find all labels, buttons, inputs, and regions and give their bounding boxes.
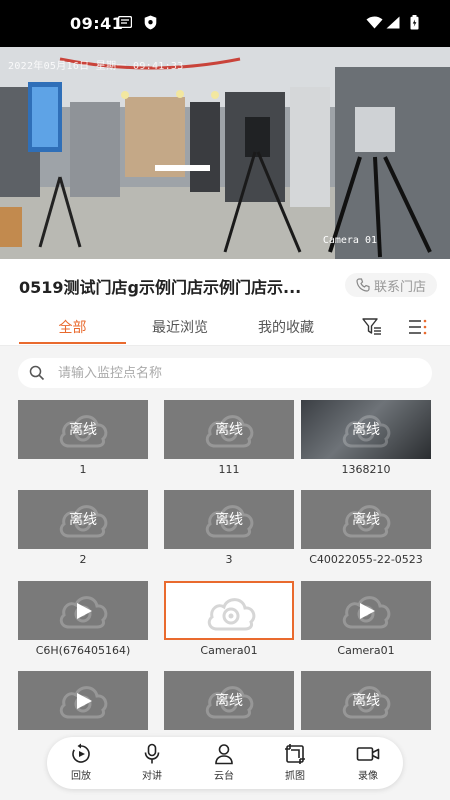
- playback-icon: [72, 743, 90, 763]
- offline-status: 离线: [69, 512, 97, 528]
- camera-tile[interactable]: 离线 1368210: [301, 400, 431, 480]
- signal-icon: [386, 16, 400, 29]
- camera-tile[interactable]: Camera01: [301, 581, 431, 661]
- camera-thumbnail[interactable]: 离线: [301, 490, 431, 549]
- status-bar: 09:41: [0, 0, 450, 47]
- live-video[interactable]: 2022年05月16日 星期一 09:41:33 Camera 01: [0, 47, 450, 259]
- store-name: 0519测试门店g示例门店示例门店示...: [19, 278, 302, 297]
- camera-tile[interactable]: 离线 1: [18, 400, 148, 480]
- camera-thumbnail[interactable]: [18, 671, 148, 730]
- play-icon[interactable]: [75, 692, 93, 710]
- cloud-camera-icon: [207, 598, 256, 631]
- microphone-icon: [144, 743, 160, 764]
- camera-name: 2: [79, 553, 87, 566]
- snapshot-icon: [285, 744, 305, 764]
- camera-thumbnail[interactable]: 离线: [18, 400, 148, 459]
- record-icon: [356, 747, 380, 761]
- camera-tile[interactable]: 离线 C40022055-22-0523: [301, 490, 431, 570]
- camera-list: 离线 1 离线 111 离线 1368210 离线 2 离线 3 离线 C40022055-22-05…: [0, 346, 450, 800]
- tab-recent[interactable]: 最近浏览: [140, 317, 220, 346]
- ptz-label: 云台: [214, 771, 234, 782]
- filter-icon[interactable]: [362, 318, 382, 336]
- camera-thumbnail[interactable]: 离线: [18, 490, 148, 549]
- play-icon[interactable]: [358, 602, 376, 620]
- camera-name: 3: [225, 553, 233, 566]
- offline-status: 离线: [215, 422, 243, 438]
- tab-favorites[interactable]: 我的收藏: [246, 317, 326, 346]
- play-icon[interactable]: [75, 602, 93, 620]
- intercom-label: 对讲: [142, 771, 162, 782]
- camera-thumbnail[interactable]: 离线: [301, 671, 431, 730]
- playback-label: 回放: [71, 771, 91, 782]
- offline-status: 离线: [215, 693, 243, 709]
- bottom-toolbar: 回放 对讲 云台 抓图 录像: [47, 737, 403, 789]
- store-header: 0519测试门店g示例门店示例门店示... 联系门店: [0, 259, 450, 309]
- camera-tile[interactable]: C6H(676405164): [18, 581, 148, 661]
- phone-icon: [356, 278, 370, 292]
- camera-tile[interactable]: 离线 3: [164, 490, 294, 570]
- camera-thumbnail[interactable]: [301, 581, 431, 640]
- camera-name: 1: [79, 463, 87, 476]
- contact-store-button[interactable]: 联系门店: [345, 273, 437, 297]
- search-box[interactable]: [18, 358, 432, 388]
- search-icon: [29, 365, 45, 381]
- record-button[interactable]: 录像: [343, 743, 393, 785]
- offline-status: 离线: [352, 693, 380, 709]
- camera-thumbnail[interactable]: 离线: [301, 400, 431, 459]
- status-time: 09:41: [70, 14, 124, 33]
- camera-name: C40022055-22-0523: [309, 553, 423, 566]
- camera-tile[interactable]: Camera01: [164, 581, 294, 661]
- snapshot-label: 抓图: [285, 771, 305, 782]
- camera-thumbnail[interactable]: [18, 581, 148, 640]
- message-icon: [118, 16, 132, 28]
- shield-icon: [144, 15, 157, 30]
- battery-icon: [410, 15, 419, 30]
- camera-name: 1368210: [341, 463, 391, 476]
- camera-thumbnail[interactable]: 离线: [164, 671, 294, 730]
- offline-status: 离线: [352, 512, 380, 528]
- camera-tile[interactable]: 离线 2: [18, 490, 148, 570]
- contact-store-label: 联系门店: [373, 279, 426, 295]
- ptz-icon: [215, 744, 233, 765]
- camera-thumbnail[interactable]: 离线: [164, 400, 294, 459]
- offline-status: 离线: [215, 512, 243, 528]
- intercom-button[interactable]: 对讲: [127, 743, 177, 785]
- wifi-icon: [366, 16, 383, 29]
- offline-status: 离线: [69, 422, 97, 438]
- ptz-button[interactable]: 云台: [199, 743, 249, 785]
- camera-name: Camera01: [200, 644, 258, 657]
- tab-active-indicator: [19, 342, 126, 344]
- video-camera-label: Camera 01: [322, 235, 377, 246]
- video-frame: [0, 47, 450, 259]
- tab-bar: 全部 最近浏览 我的收藏: [0, 309, 450, 346]
- camera-name: C6H(676405164): [35, 644, 131, 657]
- camera-thumbnail[interactable]: [164, 581, 294, 640]
- record-label: 录像: [358, 771, 378, 782]
- camera-name: Camera01: [337, 644, 395, 657]
- camera-thumbnail[interactable]: 离线: [164, 490, 294, 549]
- camera-name: 111: [218, 463, 240, 476]
- camera-tile[interactable]: 离线 111: [164, 400, 294, 480]
- search-input[interactable]: [58, 358, 418, 388]
- offline-status: 离线: [352, 422, 380, 438]
- video-timestamp: 2022年05月16日 星期一 09:41:33: [8, 61, 184, 72]
- playback-button[interactable]: 回放: [56, 743, 106, 785]
- list-menu-icon[interactable]: [408, 319, 428, 335]
- snapshot-button[interactable]: 抓图: [270, 743, 320, 785]
